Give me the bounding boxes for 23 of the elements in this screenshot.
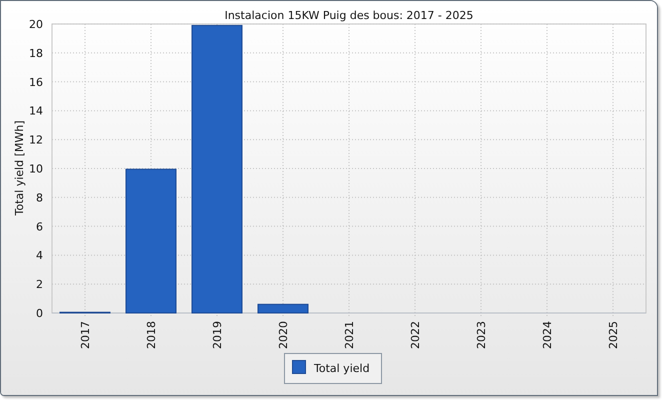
y-tick-label: 2: [36, 278, 43, 292]
x-tick-label: 2017: [79, 321, 92, 349]
x-tick-label: 2021: [343, 321, 356, 349]
y-tick-label: 4: [36, 249, 43, 262]
y-tick-label: 12: [29, 134, 43, 147]
x-tick-label: 2018: [145, 321, 158, 349]
x-tick-label: 2019: [211, 321, 224, 349]
y-tick-label: 8: [36, 191, 43, 204]
y-tick-label: 16: [29, 76, 43, 89]
y-tick-label: 18: [29, 46, 43, 60]
y-tick-label: 0: [36, 307, 43, 320]
y-tick-label: 6: [36, 220, 43, 234]
x-tick-label: 2025: [607, 321, 620, 349]
y-tick-label: 14: [29, 104, 43, 118]
x-tick-label: 2023: [475, 321, 488, 349]
legend-label: Total yield: [314, 362, 370, 375]
x-tick-label: 2020: [277, 321, 290, 349]
y-tick-label: 10: [29, 162, 43, 176]
y-axis-label: Total yield [MWh]: [13, 120, 26, 216]
chart-title: Instalacion 15KW Puig des bous: 2017 - 2025: [224, 9, 474, 22]
y-tick-label: 20: [29, 18, 43, 31]
x-tick-label: 2024: [541, 321, 554, 349]
x-tick-label: 2022: [409, 321, 422, 349]
